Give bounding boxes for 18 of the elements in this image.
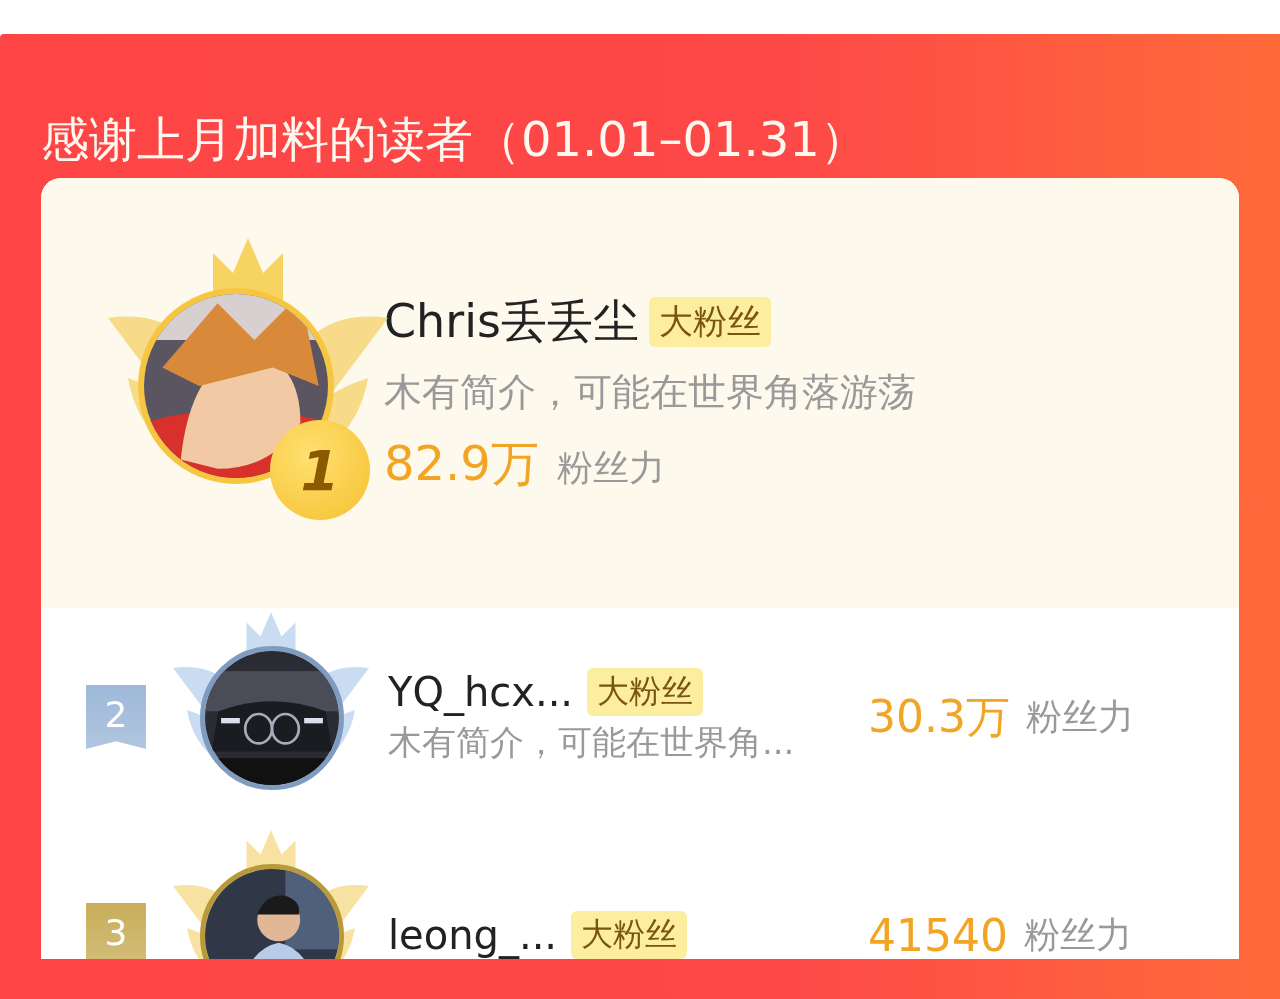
fan-score: 30.3万 xyxy=(868,689,1010,744)
rank-badge: 1 xyxy=(270,420,370,520)
fan-tag: 大粉丝 xyxy=(648,296,771,347)
rank-ribbon: 3 xyxy=(86,903,146,959)
username: Chris丢丢尘 xyxy=(384,292,639,350)
score-unit: 粉丝力 xyxy=(556,445,665,490)
fan-tag: 大粉丝 xyxy=(571,911,688,959)
fan-score: 41540 xyxy=(868,909,1008,959)
score-unit: 粉丝力 xyxy=(1025,694,1134,739)
panel-title: 感谢上月加料的读者（01.01–01.31） xyxy=(41,110,869,169)
username: YQ_hcx... xyxy=(388,669,574,715)
fan-tag: 大粉丝 xyxy=(587,668,704,716)
bio-text: 木有简介，可能在世界角落游荡 xyxy=(384,368,916,416)
username: leong_... xyxy=(388,912,558,958)
fan-score: 82.9万 xyxy=(384,433,539,493)
rank-ribbon: 2 xyxy=(86,685,146,749)
bio-text: 木有简介，可能在世界角... xyxy=(388,721,796,764)
score-unit: 粉丝力 xyxy=(1024,912,1132,957)
